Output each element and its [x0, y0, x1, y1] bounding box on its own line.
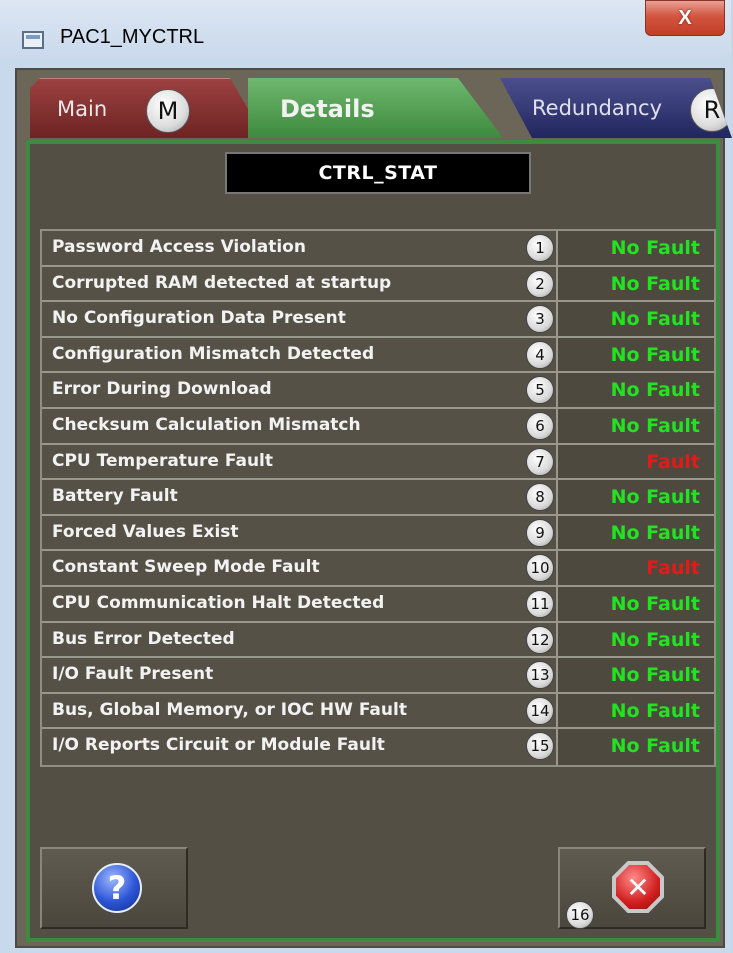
fault-number-badge: 5 [526, 376, 554, 405]
close-button[interactable]: ✕ 16 [558, 847, 706, 929]
close-icon: ✕ [616, 865, 660, 909]
fault-row: Bus, Global Memory, or IOC HW Fault 14 No … [42, 693, 714, 730]
fault-row: Bus Error Detected 12 No Fault [42, 622, 714, 659]
fault-number-badge: 9 [526, 518, 554, 547]
fault-status: No Fault [610, 414, 700, 437]
fault-status-cell: No Fault [556, 373, 714, 407]
fault-status-cell: No Fault [556, 515, 714, 550]
tab-redundancy-key-badge: R [690, 88, 732, 132]
fault-label: Checksum Calculation Mismatch [52, 414, 361, 435]
title-bar: PAC1_MYCTRL X [0, 0, 733, 64]
dialog-window: PAC1_MYCTRL X Main M Redundancy R Detail… [0, 0, 733, 953]
fault-status: No Fault [610, 521, 700, 544]
fault-status-cell: No Fault [556, 622, 714, 657]
fault-number-badge: 3 [526, 305, 554, 334]
fault-label: Constant Sweep Mode Fault [52, 557, 320, 578]
fault-status: No Fault [610, 699, 700, 722]
fault-row: Constant Sweep Mode Fault 10 Fault [42, 551, 714, 587]
window-title: PAC1_MYCTRL [60, 26, 205, 48]
fault-number-badge: 14 [526, 696, 554, 725]
fault-status: No Fault [610, 308, 700, 331]
fault-label: CPU Temperature Fault [52, 450, 273, 471]
tab-bar: Main M Redundancy R Details [30, 78, 732, 140]
tab-redundancy[interactable]: Redundancy R [500, 78, 732, 138]
fault-status: No Fault [610, 343, 700, 366]
fault-status: No Fault [610, 628, 700, 651]
fault-table: Password Access Violation 1 No Fault Corrup… [40, 229, 716, 767]
fault-number-badge: 10 [526, 554, 554, 583]
fault-status: No Fault [610, 735, 700, 758]
fault-label: I/O Reports Circuit or Module Fault [52, 735, 385, 756]
fault-status-cell: No Fault [556, 266, 714, 301]
fault-status: Fault [646, 450, 700, 473]
fault-status-cell: No Fault [556, 658, 714, 692]
fault-status: No Fault [610, 592, 700, 615]
tab-redundancy-label: Redundancy [532, 96, 662, 120]
fault-status-cell: Fault [556, 551, 714, 585]
fault-status-cell: No Fault [556, 337, 714, 372]
tab-details[interactable]: Details [248, 78, 503, 138]
window-icon [22, 31, 44, 49]
fault-row: Password Access Violation 1 No Fault [42, 231, 714, 267]
fault-row: Forced Values Exist 9 No Fault [42, 515, 714, 552]
fault-status-cell: Fault [556, 444, 714, 479]
fault-label: CPU Communication Halt Detected [52, 592, 385, 613]
fault-status: No Fault [610, 664, 700, 687]
tab-main[interactable]: Main M [30, 78, 265, 138]
fault-status-cell: No Fault [556, 729, 714, 765]
fault-label: Password Access Violation [52, 237, 306, 257]
fault-row: No Configuration Data Present 3 No Fault [42, 302, 714, 338]
fault-status-cell: No Fault [556, 480, 714, 514]
fault-label: Corrupted RAM detected at startup [52, 272, 392, 293]
fault-label: I/O Fault Present [52, 664, 214, 685]
fault-number-badge: 7 [526, 447, 554, 476]
tab-details-label: Details [280, 95, 375, 123]
fault-number-badge: 11 [526, 589, 554, 618]
fault-number-badge: 12 [526, 625, 554, 654]
fault-status: No Fault [610, 379, 700, 402]
close-icon-frame: ✕ [612, 861, 664, 913]
close-button-number-badge: 16 [566, 901, 594, 929]
fault-status: Fault [646, 557, 700, 580]
fault-label: No Configuration Data Present [52, 308, 346, 329]
fault-row: Error During Download 5 No Fault [42, 373, 714, 409]
fault-row: I/O Reports Circuit or Module Fault 15 No … [42, 729, 714, 765]
tab-main-key-badge: M [146, 89, 190, 133]
fault-row: CPU Communication Halt Detected 11 No Faul… [42, 586, 714, 623]
fault-label: Bus, Global Memory, or IOC HW Fault [52, 699, 407, 720]
fault-row: Battery Fault 8 No Fault [42, 480, 714, 516]
fault-status: No Fault [610, 272, 700, 295]
fault-number-badge: 15 [526, 732, 554, 761]
fault-number-badge: 4 [526, 340, 554, 369]
fault-number-badge: 6 [526, 411, 554, 440]
fault-status-cell: No Fault [556, 693, 714, 728]
fault-row: I/O Fault Present 13 No Fault [42, 658, 714, 694]
fault-label: Forced Values Exist [52, 521, 239, 542]
fault-label: Battery Fault [52, 486, 178, 507]
fault-number-badge: 2 [526, 269, 554, 298]
fault-status-cell: No Fault [556, 408, 714, 443]
fault-status: No Fault [610, 237, 700, 259]
fault-label: Configuration Mismatch Detected [52, 343, 375, 364]
fault-number-badge: 13 [526, 661, 554, 690]
fault-row: CPU Temperature Fault 7 Fault [42, 444, 714, 481]
fault-status-cell: No Fault [556, 302, 714, 336]
help-icon: ? [92, 863, 142, 913]
tab-main-label: Main [57, 97, 108, 121]
fault-row: Corrupted RAM detected at startup 2 No Fau… [42, 266, 714, 303]
help-button[interactable]: ? [40, 847, 188, 929]
fault-status-cell: No Fault [556, 231, 714, 265]
fault-number-badge: 8 [526, 483, 554, 512]
fault-row: Checksum Calculation Mismatch 6 No Fault [42, 408, 714, 445]
fault-label: Bus Error Detected [52, 628, 235, 649]
fault-number-badge: 1 [526, 234, 554, 262]
ctrl-stat-header: CTRL_STAT [225, 152, 531, 194]
fault-label: Error During Download [52, 379, 272, 400]
fault-status: No Fault [610, 486, 700, 509]
window-close-button[interactable]: X [645, 0, 725, 36]
fault-status-cell: No Fault [556, 586, 714, 621]
fault-row: Configuration Mismatch Detected 4 No Fault [42, 337, 714, 374]
